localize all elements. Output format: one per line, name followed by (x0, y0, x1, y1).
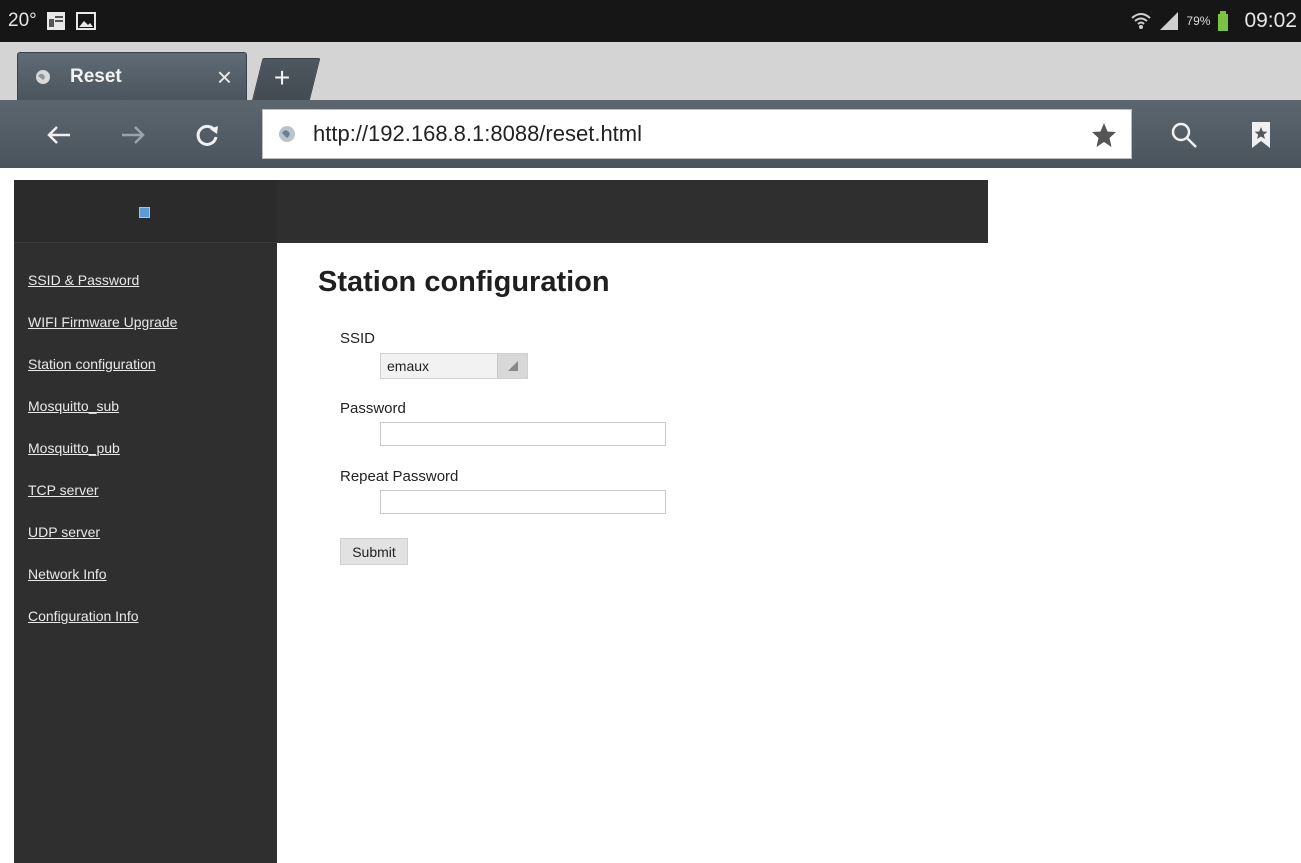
ssid-label: SSID (340, 330, 376, 347)
site-globe-icon (277, 124, 297, 144)
globe-icon (34, 68, 52, 86)
page-title: Station configuration (318, 266, 610, 298)
tab-title: Reset (70, 65, 122, 87)
sidebar-item-wifi-firmware-upgrade[interactable]: WIFI Firmware Upgrade (28, 314, 177, 330)
temperature-text: 20° (8, 10, 37, 31)
dropdown-arrow-icon (497, 354, 527, 378)
repeat-password-input[interactable] (380, 490, 666, 514)
sidebar-item-network-info[interactable]: Network Info (28, 566, 107, 582)
sidebar: SSID & Password WIFI Firmware Upgrade St… (14, 180, 277, 863)
sidebar-item-ssid-password[interactable]: SSID & Password (28, 272, 139, 288)
signal-icon (1158, 10, 1180, 32)
browser-toolbar: http://192.168.8.1:8088/reset.html (0, 100, 1301, 168)
sidebar-item-mosquitto-sub[interactable]: Mosquitto_sub (28, 398, 119, 414)
notification-icon (45, 10, 67, 32)
ssid-selected-value: emaux (387, 358, 430, 374)
forward-arrow-icon[interactable] (112, 114, 154, 156)
page-header-band (277, 180, 988, 243)
wifi-icon (1130, 10, 1152, 32)
sidebar-item-station-configuration[interactable]: Station configuration (28, 356, 156, 372)
sidebar-header (14, 180, 277, 243)
star-icon[interactable] (1091, 122, 1117, 148)
password-input[interactable] (380, 422, 666, 446)
sidebar-item-mosquitto-pub[interactable]: Mosquitto_pub (28, 440, 120, 456)
search-icon[interactable] (1163, 114, 1205, 156)
battery-icon (1216, 10, 1238, 32)
submit-button[interactable]: Submit (340, 538, 408, 565)
url-bar[interactable]: http://192.168.8.1:8088/reset.html (262, 109, 1132, 159)
password-label: Password (340, 400, 406, 417)
back-arrow-icon[interactable] (38, 114, 80, 156)
clock: 09:02 (1244, 9, 1297, 32)
sidebar-nav: SSID & Password WIFI Firmware Upgrade St… (28, 272, 177, 650)
new-tab-button[interactable]: + (262, 57, 302, 99)
ssid-select[interactable]: emaux (380, 353, 528, 379)
gallery-icon (75, 10, 97, 32)
close-tab-icon[interactable]: × (217, 64, 232, 90)
bookmarks-icon[interactable] (1240, 114, 1282, 156)
reload-icon[interactable] (186, 114, 228, 156)
sidebar-item-tcp-server[interactable]: TCP server (28, 482, 99, 498)
tab-reset[interactable]: Reset × (17, 52, 247, 100)
logo-icon (139, 207, 150, 218)
main-content: Station configuration (318, 266, 610, 299)
url-text: http://192.168.8.1:8088/reset.html (313, 121, 643, 146)
status-bar: 20° 79% 09:02 (0, 0, 1301, 42)
repeat-password-label: Repeat Password (340, 468, 459, 485)
sidebar-item-configuration-info[interactable]: Configuration Info (28, 608, 139, 624)
sidebar-item-udp-server[interactable]: UDP server (28, 524, 100, 540)
battery-percent: 79% (1186, 14, 1211, 28)
tab-strip: Reset × + (0, 42, 1301, 100)
